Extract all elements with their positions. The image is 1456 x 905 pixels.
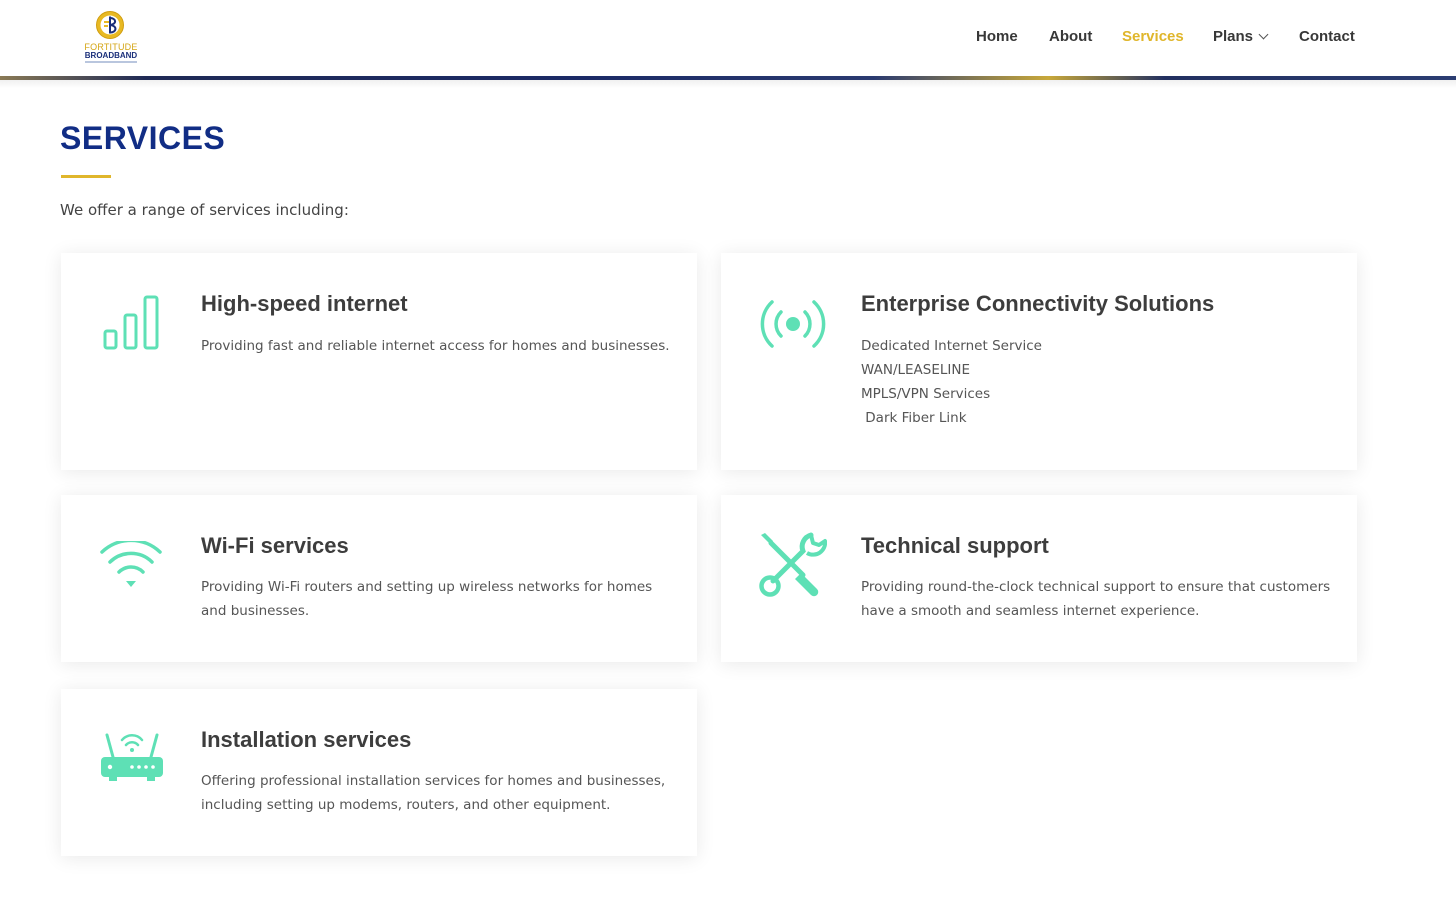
nav-about[interactable]: About [1049,26,1092,48]
chevron-down-icon [1258,29,1269,40]
list-item: Dedicated Internet Service [861,338,1042,354]
tools-icon [759,532,827,597]
list-item: Dark Fiber Link [861,410,967,426]
page-title: SERVICES [60,120,226,156]
service-title: High-speed internet [201,291,408,316]
service-card-wifi: Wi-Fi services Providing Wi-Fi routers a… [61,495,697,662]
service-description: Offering professional installation servi… [201,773,666,813]
service-description: Providing round-the-clock technical supp… [861,579,1331,619]
title-underline [61,175,111,178]
nav-services[interactable]: Services [1122,26,1184,48]
nav-plans-label: Plans [1213,28,1254,45]
service-card-high-speed-internet: High-speed internet Providing fast and r… [61,253,697,470]
nav-contact[interactable]: Contact [1299,26,1355,48]
wifi-icon [100,541,162,587]
service-title: Technical support [861,533,1049,558]
nav-home[interactable]: Home [976,26,1018,48]
service-description: Providing fast and reliable internet acc… [201,338,670,354]
service-description: Providing Wi-Fi routers and setting up w… [201,579,653,619]
brand-tagline [85,61,137,63]
router-icon [101,733,163,781]
nav-plans[interactable]: Plans [1213,26,1269,48]
service-card-enterprise: Enterprise Connectivity Solutions Dedica… [721,253,1357,470]
service-title: Installation services [201,727,412,752]
service-card-technical-support: Technical support Providing round-the-cl… [721,495,1357,662]
signal-bars-icon [103,295,159,350]
enterprise-services-list: Dedicated Internet Service WAN/LEASELINE… [861,334,1042,430]
broadcast-icon [760,300,826,348]
list-item: WAN/LEASELINE [861,362,971,378]
brand-name-line2: BROADBAND [84,51,138,60]
list-item: MPLS/VPN Services [861,386,991,402]
service-title: Wi-Fi services [201,533,349,558]
service-title: Enterprise Connectivity Solutions [861,291,1215,316]
site-header: FORTITUDE BROADBAND Home About Services … [0,0,1456,80]
intro-text: We offer a range of services including: [60,201,349,219]
main-nav: Home About Services Plans Contact [0,26,1456,48]
service-card-installation: Installation services Offering professio… [61,689,697,856]
